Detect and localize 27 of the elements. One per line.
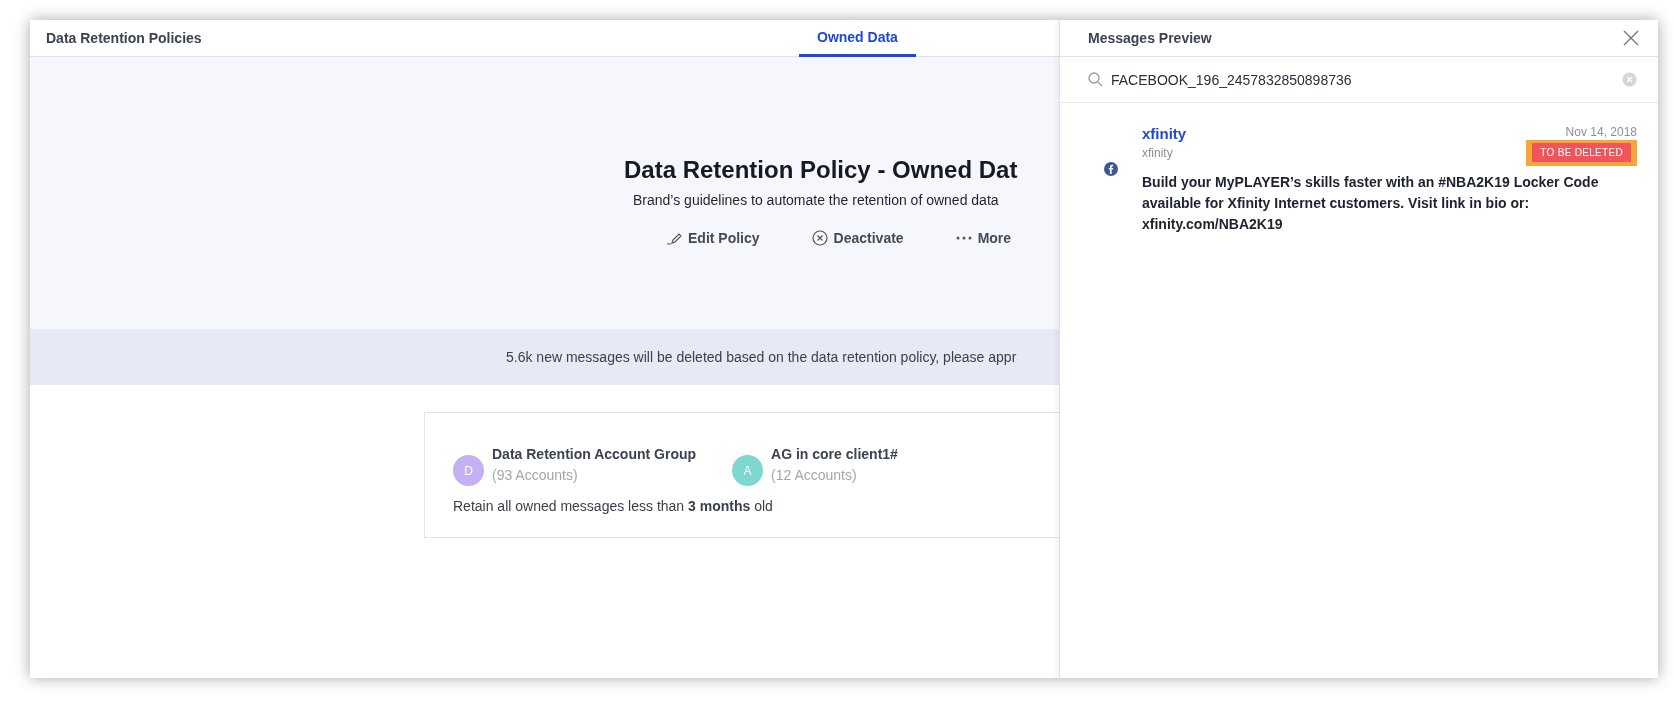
panel-title: Messages Preview [1088, 30, 1212, 46]
action-button[interactable]: More [955, 230, 1012, 246]
action-button[interactable]: Edit Policy [666, 230, 760, 246]
policy-subtitle: Brand’s guidelines to automate the retention of owned data [632, 192, 1000, 208]
action-button[interactable]: Deactivate [811, 230, 904, 246]
page-title: Data Retention Policies [45, 30, 202, 46]
group-name: AG in core client1# [771, 446, 898, 462]
author-handle: xfinity [1142, 146, 1174, 160]
policy-title: Data Retention Policy - Owned Dat [623, 156, 1019, 184]
search-icon [1088, 72, 1103, 87]
more-icon [955, 236, 972, 240]
message-date: Nov 14, 2018 [1565, 125, 1637, 139]
avatar: D [453, 455, 484, 486]
retention-rule: Retain all owned messages less than 3 months old [453, 498, 774, 514]
account-count: (93 Accounts) [492, 467, 579, 483]
pencil-icon [666, 231, 682, 245]
cancel-icon [811, 230, 828, 246]
account-count: (12 Accounts) [771, 467, 858, 483]
search-field[interactable]: FACEBOOK_196_2457832850898736 [1111, 71, 1614, 88]
avatar: A [732, 455, 764, 486]
facebook-icon [1104, 162, 1118, 176]
notice-banner: 5.6k new messages will be deleted based on the data retention policy, please appr [30, 329, 1059, 385]
author-name[interactable]: xfinity [1142, 125, 1187, 142]
group-name: Data Retention Account Group [492, 446, 697, 462]
status-badge: TO BE DELETED [1526, 140, 1637, 166]
close-button[interactable] [1623, 30, 1639, 46]
message-text: Build your MyPLAYER’s skills faster with an #NBA2K19 Locker Code available for Xfinity Internet customers. Visit link in bio or: xfinity.com/NBA2K19 [1142, 173, 1600, 234]
